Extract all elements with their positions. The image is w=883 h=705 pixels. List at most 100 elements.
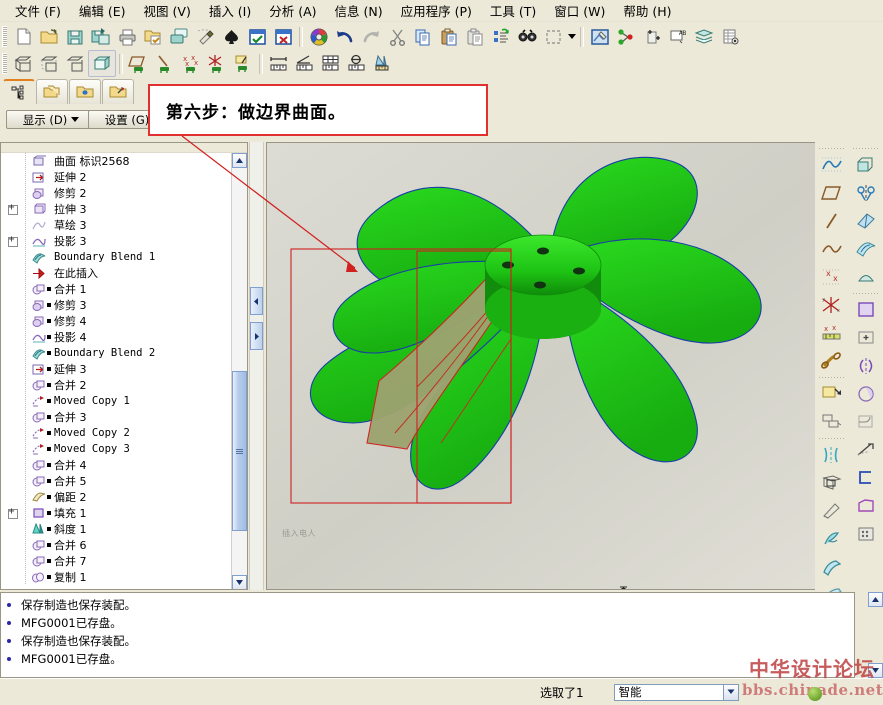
find-icon[interactable] bbox=[514, 24, 540, 49]
open-folder-icon[interactable] bbox=[36, 24, 62, 49]
tree-item[interactable]: 修剪 2 bbox=[1, 185, 233, 201]
regenerate-icon[interactable] bbox=[488, 24, 514, 49]
dim-angular-icon[interactable] bbox=[292, 51, 318, 76]
tree-scrollbar[interactable] bbox=[231, 153, 247, 589]
print-icon[interactable] bbox=[114, 24, 140, 49]
tree-item[interactable]: Moved Copy 2 bbox=[1, 425, 233, 441]
thicken-icon[interactable] bbox=[851, 464, 881, 492]
tree-item[interactable]: 合并 1 bbox=[1, 281, 233, 297]
toolbar-grip[interactable] bbox=[2, 26, 7, 47]
favorites-folder-tab[interactable] bbox=[69, 79, 101, 104]
tree-item[interactable]: 投影 4 bbox=[1, 329, 233, 345]
tree-item[interactable]: Boundary Blend 1 bbox=[1, 249, 233, 265]
datum-curve-icon[interactable] bbox=[230, 51, 256, 76]
erase-icon[interactable] bbox=[192, 24, 218, 49]
tree-item[interactable]: 拉伸 3 bbox=[1, 200, 233, 217]
tree-expander-icon[interactable] bbox=[7, 232, 20, 249]
message-scroll-down-button[interactable] bbox=[867, 663, 883, 678]
save-a-copy-icon[interactable] bbox=[88, 24, 114, 49]
tree-item[interactable]: 填充 1 bbox=[1, 504, 233, 521]
tree-item[interactable]: Moved Copy 1 bbox=[1, 393, 233, 409]
chamfer-icon[interactable] bbox=[851, 408, 881, 436]
spade-icon[interactable] bbox=[218, 24, 244, 49]
tree-item[interactable]: 草绘 3 bbox=[1, 217, 233, 233]
spline-icon[interactable] bbox=[817, 235, 847, 263]
tree-scroll-down-button[interactable] bbox=[232, 575, 247, 589]
menu-applications[interactable]: 应用程序 (P) bbox=[392, 0, 481, 22]
dim-diameter-icon[interactable] bbox=[344, 51, 370, 76]
message-log-scrollbar[interactable] bbox=[867, 592, 883, 678]
datum-plane-add-icon[interactable] bbox=[639, 24, 665, 49]
pattern-icon[interactable] bbox=[851, 520, 881, 548]
connections-folder-tab[interactable] bbox=[102, 79, 134, 104]
folder-browser-tab[interactable] bbox=[36, 79, 68, 104]
message-log-area[interactable]: 保存制造也保存装配。 MFG0001已存盘。 保存制造也保存装配。 MFG0001已存… bbox=[0, 592, 855, 678]
smart-filter-select[interactable]: 智能 bbox=[613, 683, 724, 701]
curve-icon[interactable] bbox=[817, 151, 847, 179]
tree-item[interactable]: 合并 3 bbox=[1, 409, 233, 425]
datum-csys-icon[interactable] bbox=[204, 51, 230, 76]
menu-window[interactable]: 窗口 (W) bbox=[545, 0, 614, 22]
boundary-blend-icon[interactable] bbox=[851, 235, 881, 263]
export-folder-icon[interactable] bbox=[140, 24, 166, 49]
select-region-icon[interactable] bbox=[540, 24, 566, 49]
extrude-icon[interactable] bbox=[851, 151, 881, 179]
datum-point-icon[interactable] bbox=[613, 24, 639, 49]
menu-info[interactable]: 信息 (N) bbox=[326, 0, 392, 22]
fan-model-3d[interactable] bbox=[267, 143, 866, 589]
tree-item[interactable]: 延伸 3 bbox=[1, 361, 233, 377]
smart-filter-chevron-down-icon[interactable] bbox=[723, 683, 739, 701]
extrude-surface-icon[interactable] bbox=[817, 380, 847, 408]
tree-expander-icon[interactable] bbox=[7, 504, 20, 521]
tree-item[interactable]: 在此插入 bbox=[1, 265, 233, 281]
dim-draft-icon[interactable] bbox=[370, 51, 396, 76]
dome-icon[interactable] bbox=[851, 263, 881, 291]
panel-splitter[interactable] bbox=[249, 142, 264, 590]
menu-help[interactable]: 帮助 (H) bbox=[614, 0, 680, 22]
trim-icon[interactable] bbox=[851, 492, 881, 520]
model-tree-list[interactable]: 曲面 标识2568 延伸 2 修剪 2 拉伸 3 草绘 3 投影 3 Boundary Bl… bbox=[1, 153, 233, 589]
menu-tools[interactable]: 工具 (T) bbox=[481, 0, 545, 22]
tree-item[interactable]: Boundary Blend 2 bbox=[1, 345, 233, 361]
datum-axis-icon[interactable] bbox=[152, 51, 178, 76]
no-hidden-icon[interactable] bbox=[62, 51, 88, 76]
tree-item[interactable]: 修剪 4 bbox=[1, 313, 233, 329]
color-wheel-icon[interactable] bbox=[306, 24, 332, 49]
datum-plane-icon[interactable] bbox=[126, 51, 152, 76]
sweep-icon[interactable] bbox=[851, 207, 881, 235]
revolve-surface-icon[interactable] bbox=[817, 441, 847, 469]
variable-section-sweep-icon[interactable] bbox=[817, 497, 847, 525]
tree-item[interactable]: 合并 2 bbox=[1, 377, 233, 393]
intersect-icon[interactable] bbox=[851, 324, 881, 352]
offset-icon[interactable] bbox=[851, 436, 881, 464]
menu-analysis[interactable]: 分析 (A) bbox=[260, 0, 325, 22]
display-button[interactable]: 显示 (D) bbox=[6, 110, 96, 129]
datum-plane-icon[interactable] bbox=[817, 179, 847, 207]
wireframe-icon[interactable] bbox=[10, 51, 36, 76]
dim-linear-icon[interactable] bbox=[266, 51, 292, 76]
sweep-surface-icon[interactable] bbox=[817, 408, 847, 436]
tree-item[interactable]: 延伸 2 bbox=[1, 169, 233, 185]
tree-item[interactable]: 修剪 3 bbox=[1, 297, 233, 313]
blend-surface-icon[interactable] bbox=[817, 469, 847, 497]
round-icon[interactable] bbox=[851, 380, 881, 408]
tree-expander-icon[interactable] bbox=[7, 200, 20, 217]
model-tree-tab[interactable] bbox=[3, 79, 35, 105]
swept-blend-icon[interactable] bbox=[817, 553, 847, 581]
toolbar-grip[interactable] bbox=[2, 53, 7, 74]
save-icon[interactable] bbox=[62, 24, 88, 49]
datum-point-icon[interactable]: xx bbox=[817, 263, 847, 291]
tree-item[interactable]: 斜度 1 bbox=[1, 521, 233, 537]
cut-icon[interactable] bbox=[384, 24, 410, 49]
copy-icon[interactable] bbox=[410, 24, 436, 49]
tree-item[interactable]: 曲面 标识2568 bbox=[1, 153, 233, 169]
paste-special-icon[interactable] bbox=[462, 24, 488, 49]
tree-scroll-thumb[interactable] bbox=[232, 371, 247, 531]
menu-edit[interactable]: 编辑 (E) bbox=[70, 0, 135, 22]
splitter-collapse-right-button[interactable] bbox=[250, 322, 263, 350]
close-window-icon[interactable] bbox=[270, 24, 296, 49]
undo-icon[interactable] bbox=[332, 24, 358, 49]
tree-item[interactable]: 复制 1 bbox=[1, 569, 233, 585]
mirror-geom-icon[interactable] bbox=[851, 352, 881, 380]
new-file-icon[interactable] bbox=[10, 24, 36, 49]
